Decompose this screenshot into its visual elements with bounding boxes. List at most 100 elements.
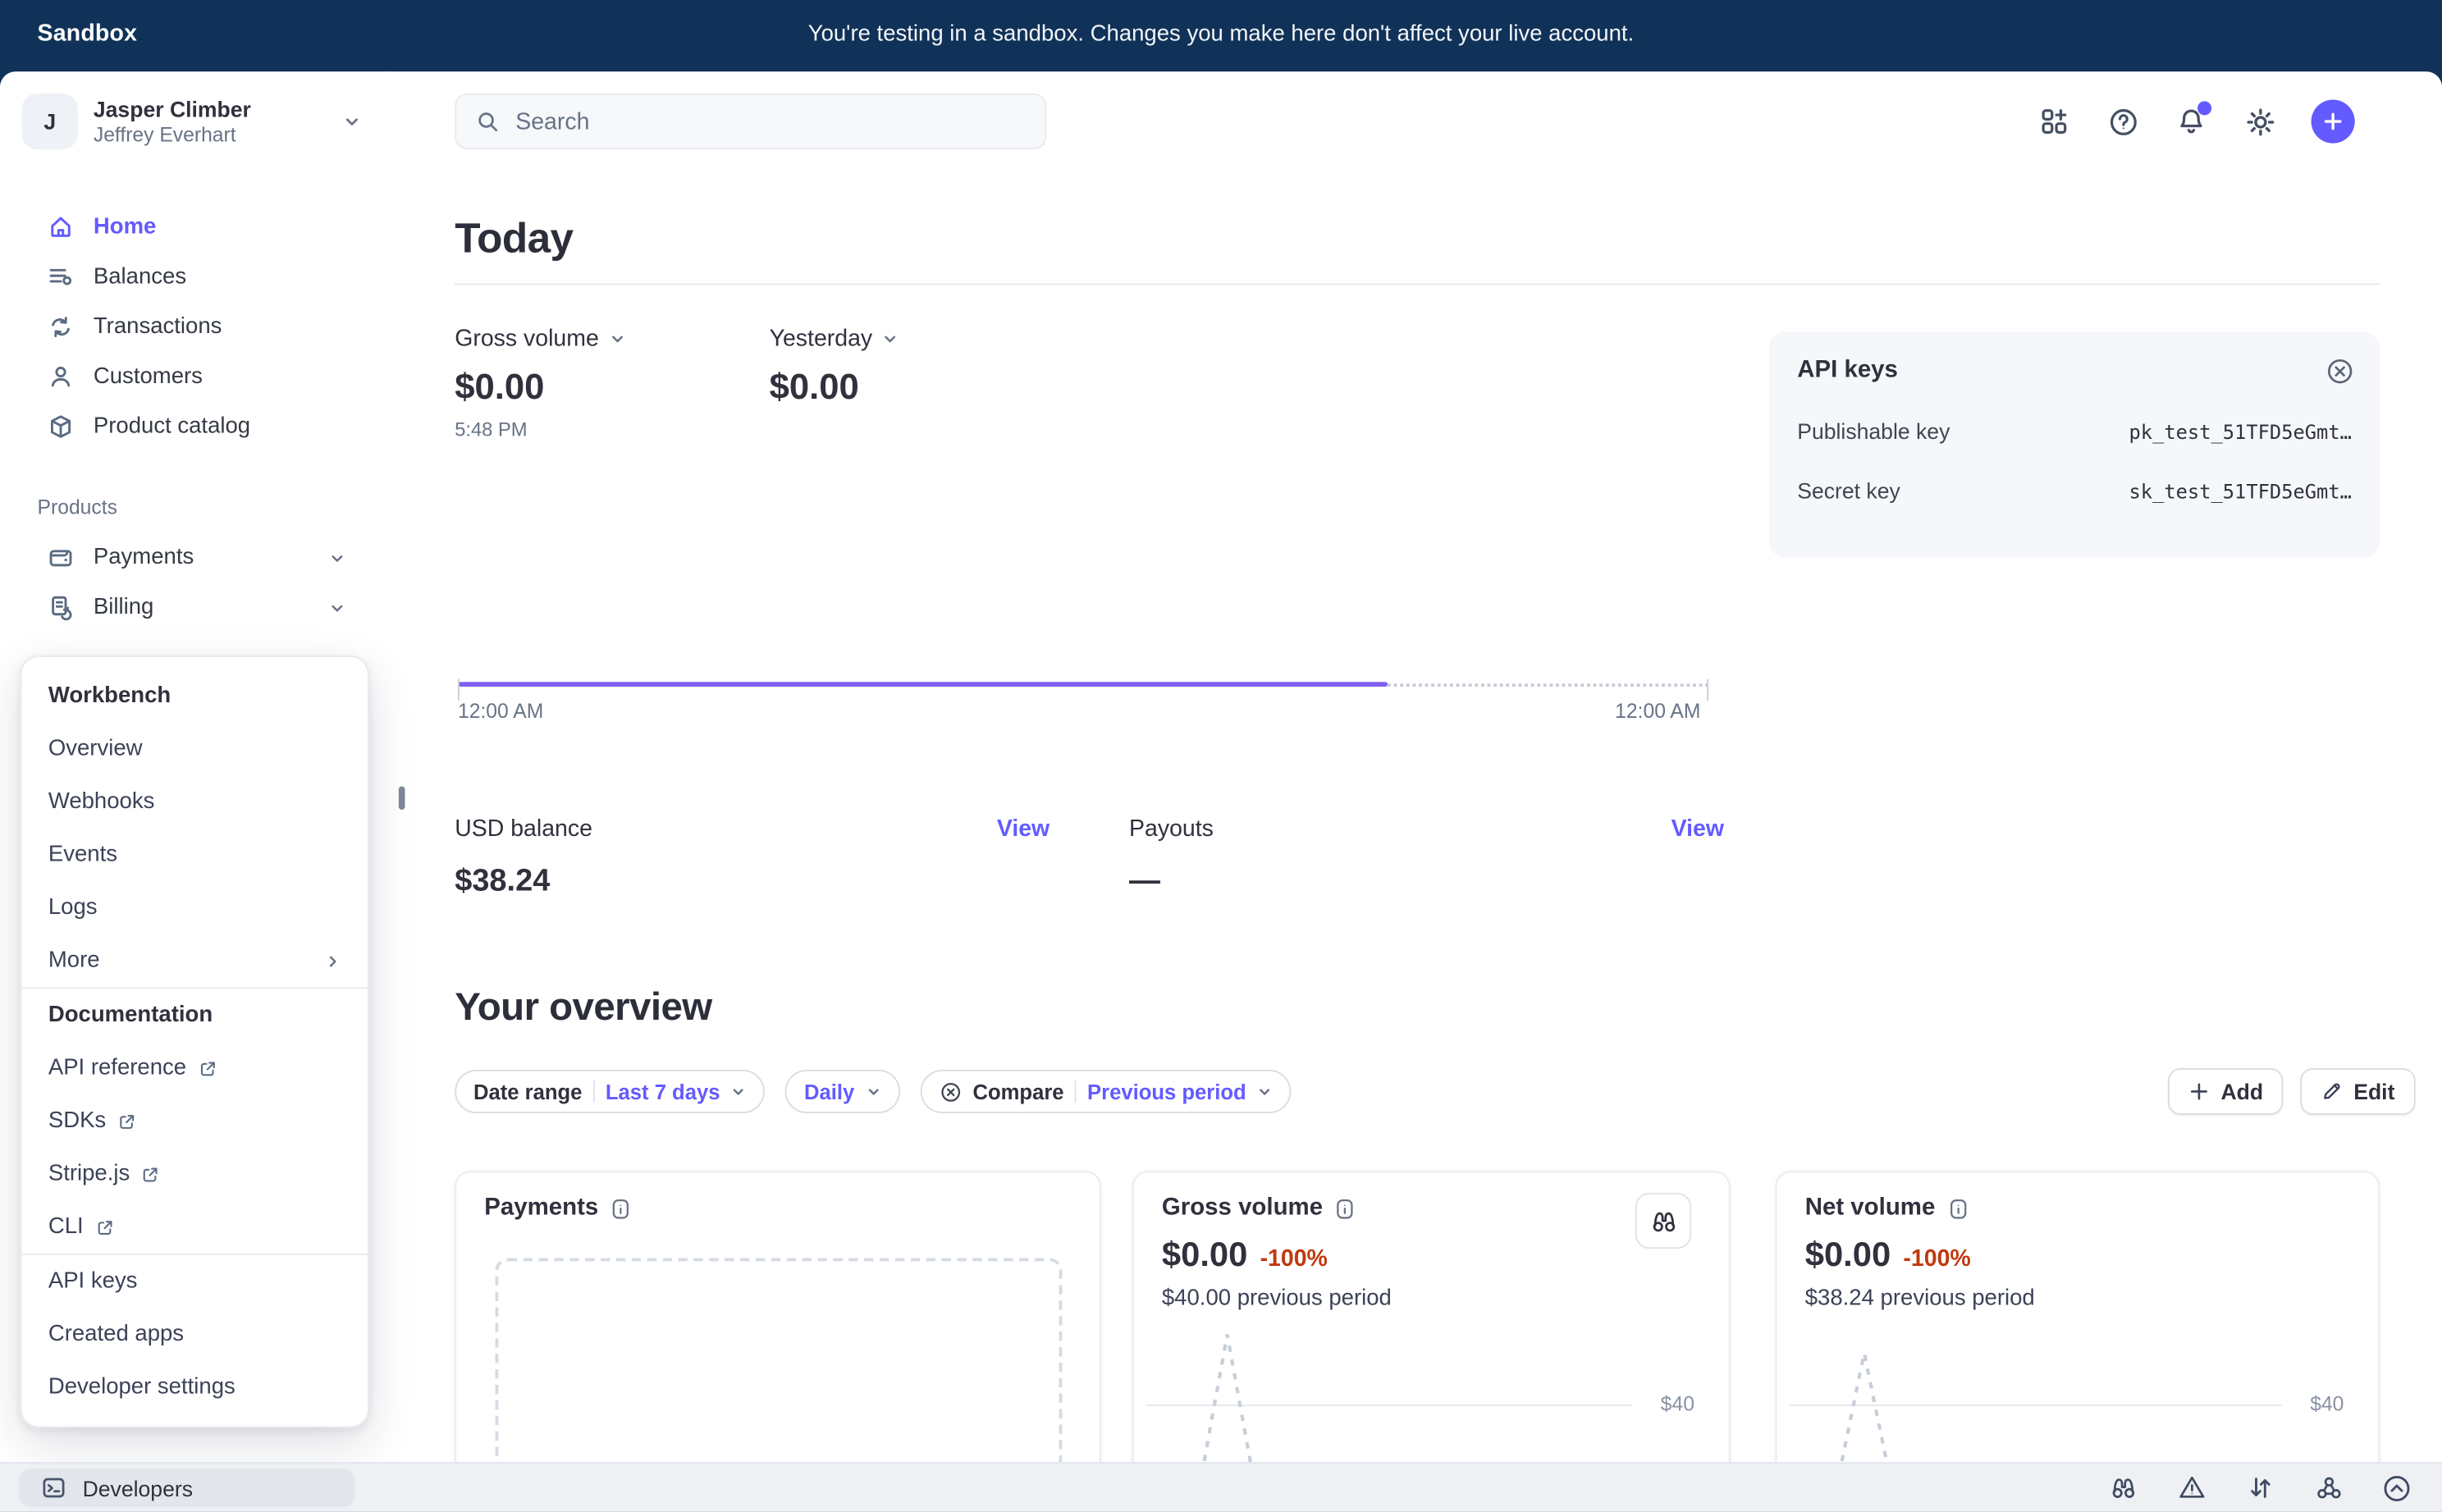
chevron-down-icon bbox=[882, 330, 899, 347]
documentation-section-title: Documentation bbox=[22, 989, 368, 1042]
publishable-key-row: Publishable key pk_test_51TFD5eGmt… bbox=[1797, 419, 2352, 444]
net-volume-previous: $38.24 previous period bbox=[1805, 1286, 2350, 1311]
net-volume-delta: -100% bbox=[1903, 1245, 1970, 1272]
transactions-icon bbox=[47, 313, 75, 340]
search-bar bbox=[455, 94, 1046, 149]
add-button[interactable]: Add bbox=[2168, 1068, 2284, 1115]
external-link-icon bbox=[94, 1217, 115, 1237]
account-switcher[interactable]: J Jasper Climber Jeffrey Everhart bbox=[16, 87, 374, 156]
inspect-button[interactable] bbox=[1635, 1193, 1691, 1249]
search-icon bbox=[475, 109, 500, 134]
developers-button[interactable]: Developers bbox=[19, 1469, 355, 1507]
status-bar: Developers bbox=[0, 1462, 2442, 1512]
overview-filters: Date range Last 7 days Daily Compare Pre… bbox=[455, 1070, 1292, 1113]
menu-item-more[interactable]: More bbox=[22, 934, 368, 988]
edit-button[interactable]: Edit bbox=[2301, 1068, 2415, 1115]
menu-item-sdks[interactable]: SDKs bbox=[22, 1094, 368, 1148]
apps-icon[interactable] bbox=[2037, 104, 2072, 139]
secret-key-value[interactable]: sk_test_51TFD5eGmt… bbox=[2129, 479, 2352, 502]
errors-icon[interactable] bbox=[2175, 1473, 2206, 1504]
menu-item-overview[interactable]: Overview bbox=[22, 723, 368, 776]
sidebar-item-customers[interactable]: Customers bbox=[0, 352, 389, 402]
main-content: Today Gross volume $0.00 5:48 PM Yesterd… bbox=[389, 71, 2442, 1464]
menu-item-cli[interactable]: CLI bbox=[22, 1200, 368, 1254]
payouts-view-link[interactable]: View bbox=[1671, 816, 1724, 843]
workbench-menu-title: Workbench bbox=[22, 669, 368, 723]
chevron-down-icon bbox=[731, 1084, 747, 1099]
status-bar-icons bbox=[2107, 1464, 2412, 1512]
chart-line-projected bbox=[1388, 683, 1708, 687]
compare-value: Previous period bbox=[1087, 1080, 1246, 1103]
close-icon[interactable] bbox=[2325, 357, 2355, 386]
products-section-label: Products bbox=[38, 496, 117, 518]
remove-compare-icon[interactable] bbox=[939, 1080, 962, 1103]
menu-item-label: SDKs bbox=[48, 1108, 106, 1133]
collapse-icon[interactable] bbox=[2381, 1473, 2412, 1504]
sidebar-item-transactions[interactable]: Transactions bbox=[0, 302, 389, 352]
divider bbox=[455, 283, 2380, 285]
menu-item-created-apps[interactable]: Created apps bbox=[22, 1308, 368, 1361]
compare-filter[interactable]: Compare Previous period bbox=[920, 1070, 1292, 1113]
menu-item-logs[interactable]: Logs bbox=[22, 881, 368, 934]
sidebar-nav: Home Balances Transactions Customers Pro… bbox=[0, 203, 389, 452]
net-volume-card-value: $0.00 bbox=[1805, 1235, 1891, 1275]
search-input[interactable] bbox=[512, 107, 1045, 136]
sidebar-item-label: Product catalog bbox=[94, 414, 250, 439]
workbench-menu: Workbench Overview Webhooks Events Logs … bbox=[21, 656, 369, 1427]
notifications-icon[interactable] bbox=[2174, 104, 2209, 139]
usd-balance-view-link[interactable]: View bbox=[997, 816, 1050, 843]
pill-separator bbox=[1075, 1080, 1077, 1103]
menu-item-api-reference[interactable]: API reference bbox=[22, 1042, 368, 1095]
sidebar-item-label: Transactions bbox=[94, 314, 222, 339]
chevron-right-icon bbox=[324, 952, 341, 970]
sidebar-item-label: Payments bbox=[94, 545, 194, 569]
webhooks-icon[interactable] bbox=[2312, 1473, 2344, 1504]
menu-item-api-keys[interactable]: API keys bbox=[22, 1255, 368, 1309]
terminal-icon bbox=[40, 1474, 66, 1501]
net-volume-card-title: Net volume bbox=[1805, 1195, 1936, 1222]
help-icon[interactable] bbox=[2106, 104, 2140, 139]
sandbox-message: You're testing in a sandbox. Changes you… bbox=[0, 22, 2442, 47]
usd-balance-block: USD balance View $38.24 bbox=[455, 816, 1050, 900]
inspect-icon[interactable] bbox=[2107, 1473, 2138, 1504]
sidebar-item-product-catalog[interactable]: Product catalog bbox=[0, 402, 389, 452]
sidebar-item-label: Customers bbox=[94, 364, 203, 389]
sidebar-item-billing[interactable]: Billing bbox=[0, 582, 389, 633]
gross-volume-dropdown[interactable]: Gross volume bbox=[455, 326, 625, 352]
yesterday-metric: Yesterday $0.00 bbox=[770, 326, 899, 409]
metric-label: Yesterday bbox=[770, 326, 873, 352]
chart-line-solid bbox=[458, 682, 1388, 687]
date-range-filter[interactable]: Date range Last 7 days bbox=[455, 1070, 765, 1113]
menu-item-webhooks[interactable]: Webhooks bbox=[22, 775, 368, 829]
sidebar-item-balances[interactable]: Balances bbox=[0, 252, 389, 302]
external-link-icon bbox=[141, 1164, 162, 1185]
menu-item-label: More bbox=[48, 948, 100, 973]
menu-item-stripejs[interactable]: Stripe.js bbox=[22, 1148, 368, 1201]
developers-label: Developers bbox=[83, 1475, 193, 1500]
interval-filter[interactable]: Daily bbox=[785, 1070, 899, 1113]
info-icon[interactable] bbox=[1946, 1197, 1969, 1220]
menu-item-developer-settings[interactable]: Developer settings bbox=[22, 1361, 368, 1414]
text-cursor bbox=[399, 786, 405, 809]
publishable-key-value[interactable]: pk_test_51TFD5eGmt… bbox=[2129, 420, 2352, 443]
axis-tick-start bbox=[458, 679, 460, 701]
compare-label: Compare bbox=[972, 1080, 1063, 1103]
gross-volume-metric: Gross volume $0.00 5:48 PM bbox=[455, 326, 625, 441]
chevron-down-icon bbox=[328, 599, 345, 616]
menu-item-events[interactable]: Events bbox=[22, 829, 368, 882]
info-icon[interactable] bbox=[1333, 1197, 1356, 1220]
sidebar-item-payments[interactable]: Payments bbox=[0, 532, 389, 582]
secret-key-row: Secret key sk_test_51TFD5eGmt… bbox=[1797, 478, 2352, 503]
api-requests-icon[interactable] bbox=[2244, 1473, 2275, 1504]
settings-icon[interactable] bbox=[2243, 104, 2277, 139]
yesterday-dropdown[interactable]: Yesterday bbox=[770, 326, 899, 352]
avatar: J bbox=[22, 94, 78, 149]
date-range-label: Date range bbox=[473, 1080, 582, 1103]
info-icon[interactable] bbox=[610, 1197, 633, 1220]
sidebar-item-home[interactable]: Home bbox=[0, 203, 389, 253]
header-icons bbox=[2037, 99, 2355, 143]
overview-title: Your overview bbox=[455, 985, 711, 1030]
chevron-down-icon bbox=[866, 1084, 881, 1099]
chevron-down-icon bbox=[343, 112, 362, 131]
create-button[interactable] bbox=[2312, 99, 2355, 143]
